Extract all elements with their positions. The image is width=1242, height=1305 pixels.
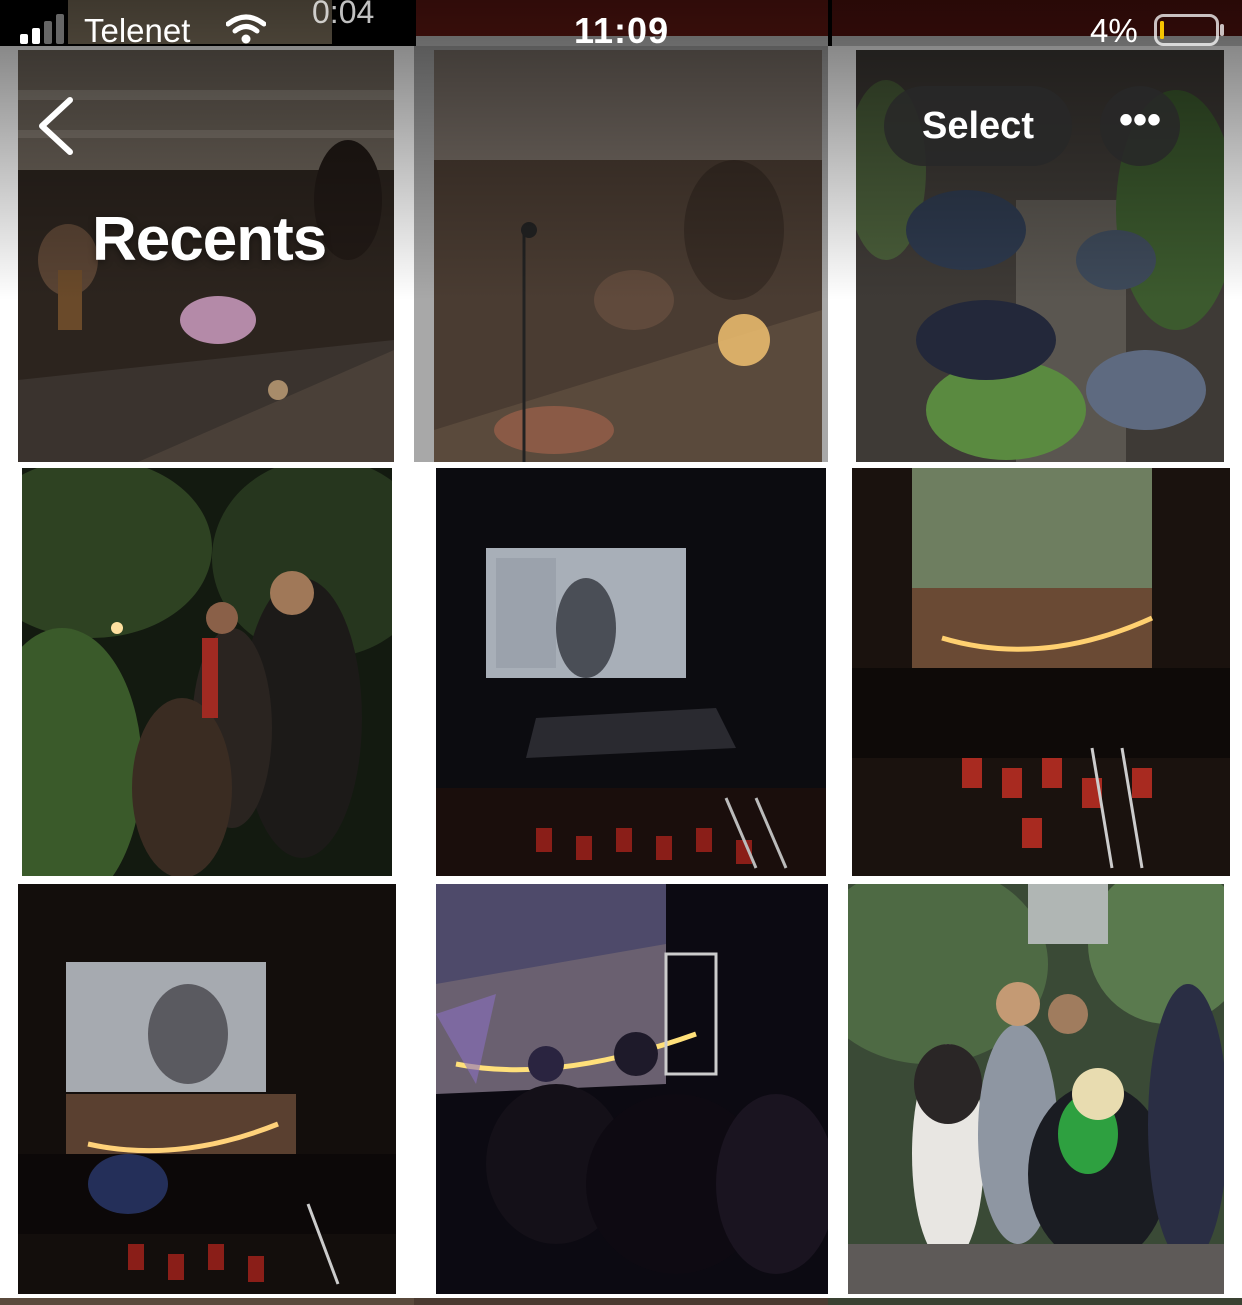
back-chevron-icon[interactable] (34, 96, 78, 156)
grid-cell[interactable] (414, 46, 828, 462)
clock-label: 11:09 (574, 10, 670, 51)
photo-hall-lights-image (852, 468, 1230, 876)
grid-cell[interactable] (414, 462, 828, 878)
photo-grid (0, 0, 1242, 1305)
photo-thumbnail[interactable] (22, 468, 392, 876)
status-bar: 0:04 Telenet 11:09 4% (0, 0, 1242, 51)
grid-cell-partial (828, 1298, 1242, 1305)
grid-cell[interactable] (828, 878, 1242, 1298)
photo-garden-night-image (22, 468, 392, 876)
grid-cell[interactable] (0, 462, 414, 878)
grid-cell-partial (414, 1298, 828, 1305)
select-button[interactable]: Select (884, 86, 1072, 166)
photo-thumbnail[interactable] (434, 50, 822, 462)
grid-cell[interactable] (414, 878, 828, 1298)
photo-thumbnail[interactable] (852, 468, 1230, 876)
carrier-label: Telenet (84, 12, 191, 49)
wifi-icon (226, 14, 266, 44)
photo-double-exposure-image (434, 50, 822, 462)
more-options-button[interactable]: ••• (1100, 86, 1180, 166)
photo-stage-purple-image (436, 884, 828, 1294)
photo-dog-garden-image (848, 884, 1224, 1294)
photo-thumbnail[interactable] (436, 884, 828, 1294)
cellular-signal-icon (20, 14, 64, 44)
page-title: Recents (92, 205, 327, 274)
grid-cell[interactable] (0, 878, 414, 1298)
video-duration-label: 0:04 (312, 0, 375, 30)
grid-cell[interactable] (828, 462, 1242, 878)
photo-thumbnail[interactable] (436, 468, 826, 876)
photo-cinema-screen-image (436, 468, 826, 876)
more-dots-icon: ••• (1118, 98, 1161, 142)
battery-icon (1154, 14, 1224, 46)
photo-thumbnail[interactable] (848, 884, 1224, 1294)
photo-thumbnail[interactable] (18, 884, 396, 1294)
grid-cell-partial (0, 1298, 414, 1305)
battery-percent-label: 4% (1090, 12, 1138, 49)
photo-hall-screen-crowd-image (18, 884, 396, 1294)
